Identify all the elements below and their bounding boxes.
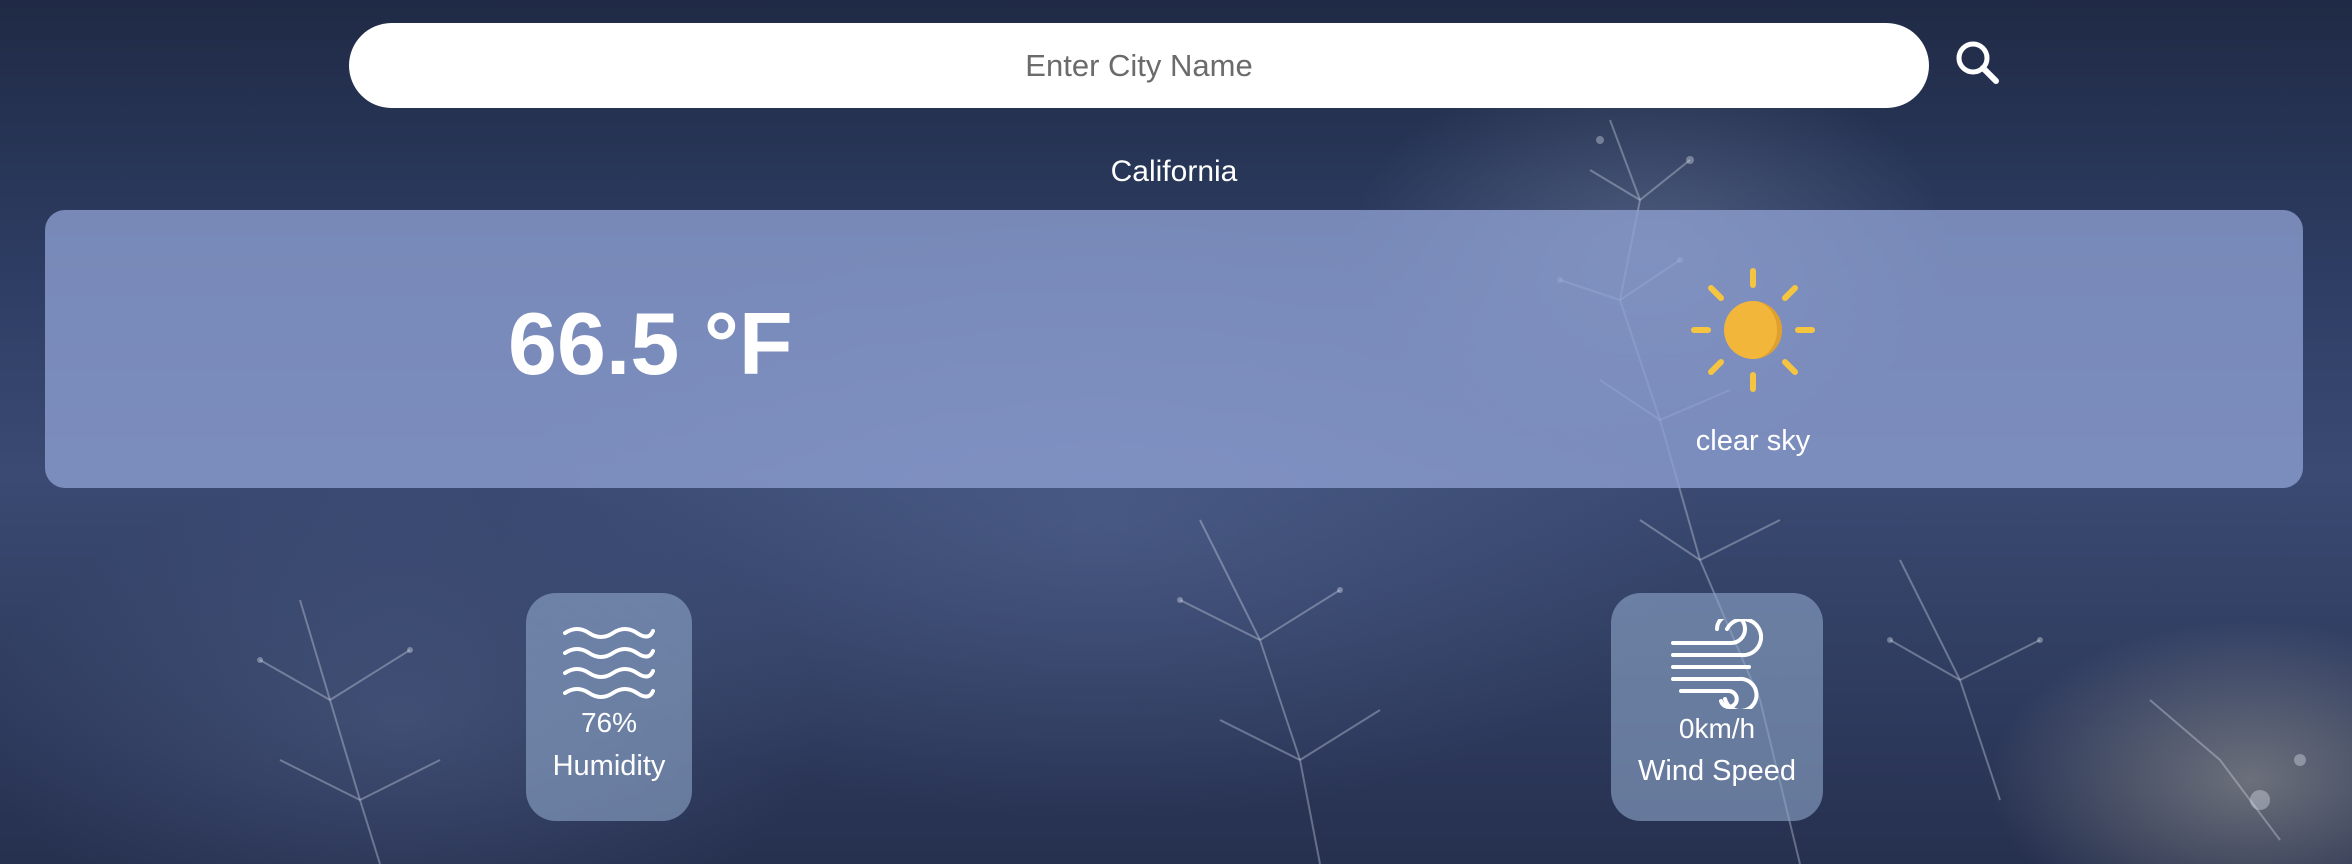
weather-app: California 66.5 °F clear sky: [0, 0, 2352, 864]
humidity-label: Humidity: [552, 750, 666, 782]
waves-icon: [563, 627, 655, 699]
humidity-card: 76% Humidity: [526, 593, 692, 821]
temperature: 66.5 °F: [508, 294, 793, 393]
weather-description: clear sky: [1695, 425, 1811, 457]
current-weather-card: 66.5 °F clear sky: [45, 210, 2303, 488]
wind-speed-card: 0km/h Wind Speed: [1611, 593, 1823, 821]
sun-icon: [1691, 268, 1815, 392]
humidity-value: 76%: [580, 707, 638, 738]
search-icon: [1956, 41, 1999, 84]
wind-speed-label: Wind Speed: [1638, 755, 1796, 787]
search-button[interactable]: [1950, 35, 2006, 91]
city-name: California: [1110, 155, 1238, 188]
search-input[interactable]: [349, 23, 1929, 108]
wind-icon: [1671, 619, 1764, 709]
wind-speed-value: 0km/h: [1678, 713, 1756, 744]
